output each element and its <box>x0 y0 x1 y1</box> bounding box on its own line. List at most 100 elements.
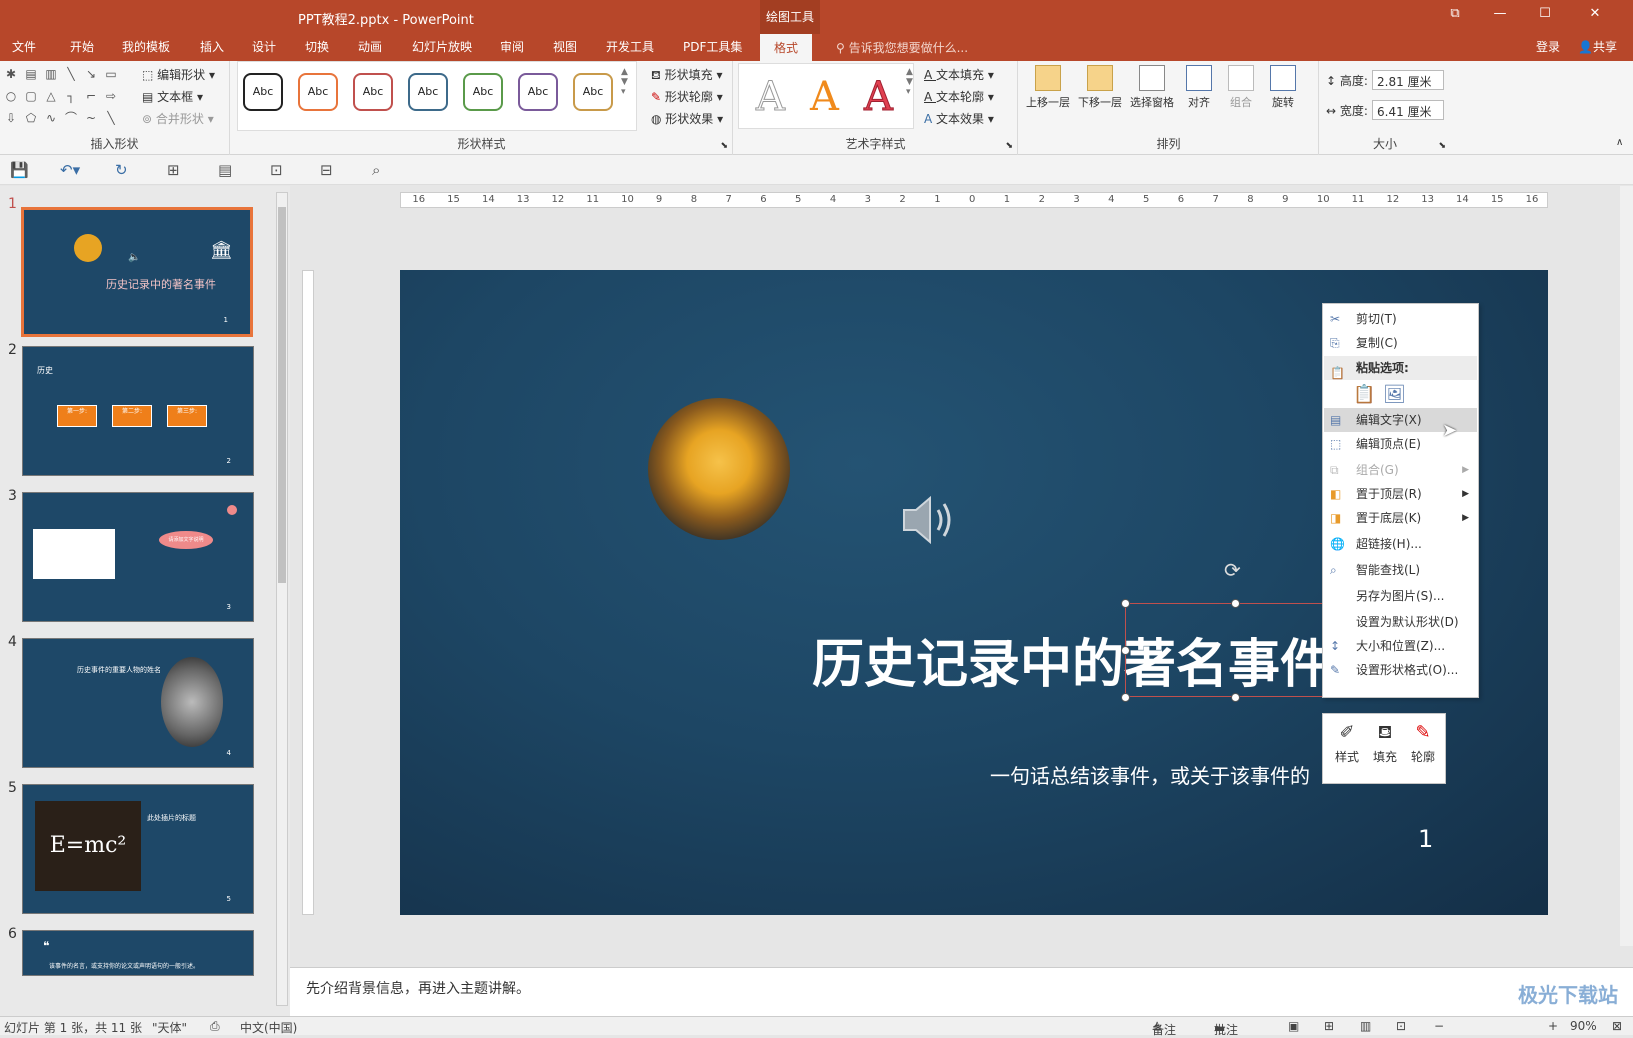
slide-scrollbar[interactable] <box>1620 186 1633 946</box>
normal-view-icon[interactable]: ▣ <box>1288 1019 1299 1033</box>
slide-thumbnail-1[interactable]: 🔈 🏛 历史记录中的著名事件 1 <box>21 207 253 337</box>
text-effects-button[interactable]: A 文本效果 ▾ <box>924 110 994 127</box>
undo-icon[interactable]: ↶▾ <box>60 161 80 179</box>
gallery-scroll-up[interactable]: ▲ ▼ ▾ <box>621 67 628 97</box>
tab-transitions[interactable]: 切换 <box>305 38 329 55</box>
menu-item-bring-to-front[interactable]: ◧ 置于顶层(R) ▶ <box>1324 482 1477 506</box>
tab-animations[interactable]: 动画 <box>358 38 382 55</box>
triangle-shape-icon[interactable]: △ <box>44 89 58 103</box>
redo-icon[interactable]: ↻ <box>115 161 128 179</box>
menu-item-send-to-back[interactable]: ◨ 置于底层(K) ▶ <box>1324 506 1477 530</box>
shape-effects-button[interactable]: ◍ 形状效果 ▾ <box>651 110 723 127</box>
mini-outline-button[interactable]: ✎ 轮廓 <box>1405 722 1441 765</box>
curve-shape-icon[interactable]: ∿ <box>44 111 58 125</box>
menu-item-group[interactable]: ⧉ 组合(G) ▶ <box>1324 458 1477 482</box>
slideshow-view-icon[interactable]: ⊡ <box>1396 1019 1406 1033</box>
menu-item-copy[interactable]: ⎘ 复制(C) <box>1324 331 1477 355</box>
shape-style-swatch[interactable]: Abc <box>573 73 613 111</box>
tab-review[interactable]: 审阅 <box>500 38 524 55</box>
save-icon[interactable]: 💾 <box>10 161 29 179</box>
login-link[interactable]: 登录 <box>1536 38 1560 55</box>
height-input[interactable]: 2.81 厘米 <box>1372 70 1444 90</box>
freeform-icon[interactable]: ⬠ <box>24 111 38 125</box>
menu-item-format-shape[interactable]: ✎ 设置形状格式(O)... <box>1324 658 1477 682</box>
paste-keep-formatting-icon[interactable]: 📋 <box>1353 384 1375 405</box>
slide-thumbnail-4[interactable]: 历史事件的重要人物的姓名 4 <box>22 638 254 768</box>
zoom-in-button[interactable]: + <box>1548 1019 1558 1033</box>
wordart-gallery-scroll[interactable]: ▲ ▼ ▾ <box>906 67 913 97</box>
dialog-launcher-icon[interactable]: ⬊ <box>1438 141 1446 151</box>
text-outline-button[interactable]: A 文本轮廓 ▾ <box>924 88 994 105</box>
shape-style-swatch[interactable]: Abc <box>243 73 283 111</box>
present-icon[interactable]: ⊟ <box>320 161 333 179</box>
tab-insert[interactable]: 插入 <box>200 38 224 55</box>
start-slideshow-icon[interactable]: ⊡ <box>270 161 283 179</box>
slide-thumbnail-5[interactable]: E=mc² 此处插片的标题 5 <box>22 784 254 914</box>
shape-outline-button[interactable]: ✎ 形状轮廓 ▾ <box>651 88 723 105</box>
shape-style-swatch[interactable]: Abc <box>353 73 393 111</box>
slide-thumbnail-6[interactable]: ❝ 该事件的名言，或支持你的论文或声明语句的一般引述。 <box>22 930 254 976</box>
leaf-image[interactable] <box>648 398 790 540</box>
language-indicator[interactable]: 中文(中国) <box>240 1019 297 1036</box>
text-fill-button[interactable]: A 文本填充 ▾ <box>924 66 994 83</box>
diagonal-line-icon[interactable]: ╲ <box>104 111 118 125</box>
slide-thumbnail-2[interactable]: 历史 第一步: 第二步: 第三步: 2 <box>22 346 254 476</box>
resize-handle[interactable] <box>1121 693 1130 702</box>
down-arrow-shape-icon[interactable]: ⇩ <box>4 111 18 125</box>
tab-view[interactable]: 视图 <box>553 38 577 55</box>
rotate-button[interactable]: 旋转 <box>1263 61 1303 110</box>
menu-item-hyperlink[interactable]: 🌐 超链接(H)... <box>1324 532 1477 556</box>
resize-handle[interactable] <box>1231 693 1240 702</box>
connector-icon[interactable]: ⌐ <box>84 89 98 103</box>
resize-handle[interactable] <box>1121 646 1130 655</box>
right-arrow-shape-icon[interactable]: ⇨ <box>104 89 118 103</box>
tell-me-search[interactable]: ⚲ 告诉我您想要做什么... <box>836 39 968 56</box>
textbox-shape-icon[interactable]: ▤ <box>24 67 38 81</box>
menu-item-size-position[interactable]: ↕ 大小和位置(Z)... <box>1324 634 1477 658</box>
rounded-rect-icon[interactable]: ▢ <box>24 89 38 103</box>
dialog-launcher-icon[interactable]: ⬊ <box>1005 141 1013 151</box>
rectangle-shape-icon[interactable]: ▭ <box>104 67 118 81</box>
ribbon-display-icon[interactable]: ⧉ <box>1440 6 1470 21</box>
mini-fill-button[interactable]: ⛾ 填充 <box>1367 722 1403 765</box>
oval-shape-icon[interactable]: ○ <box>4 89 18 103</box>
maximize-button[interactable]: ☐ <box>1530 6 1560 21</box>
selection-box[interactable] <box>1125 603 1345 697</box>
width-input[interactable]: 6.41 厘米 <box>1372 100 1444 120</box>
scrollbar-thumb[interactable] <box>278 207 286 583</box>
wordart-plain-swatch[interactable]: A <box>756 75 786 120</box>
arc-shape-icon[interactable]: ⌒ <box>64 111 78 125</box>
notes-pane[interactable]: 先介绍背景信息，再进入主题讲解。 <box>290 967 1633 1017</box>
mini-style-button[interactable]: ✐ 样式 <box>1329 722 1365 765</box>
edit-shape-button[interactable]: ⬚ 编辑形状 ▾ <box>142 66 215 83</box>
shape-fill-button[interactable]: ⛾ 形状填充 ▾ <box>651 66 722 84</box>
layout-icon[interactable]: ▤ <box>218 161 232 179</box>
close-button[interactable]: ✕ <box>1580 6 1610 21</box>
line-shape-icon[interactable]: ╲ <box>64 67 78 81</box>
tab-pdf-tools[interactable]: PDF工具集 <box>683 38 742 55</box>
menu-item-smart-lookup[interactable]: ⌕ 智能查找(L) <box>1324 558 1477 582</box>
tab-file[interactable]: 文件 <box>12 38 36 55</box>
select-shape-icon[interactable]: ✱ <box>4 67 18 81</box>
tab-my-templates[interactable]: 我的模板 <box>122 38 170 55</box>
send-backward-button[interactable]: 下移一层 <box>1073 61 1127 110</box>
wordart-orange-swatch[interactable]: A <box>810 75 839 119</box>
resize-handle[interactable] <box>1231 599 1240 608</box>
scribble-icon[interactable]: ~ <box>84 111 98 125</box>
speaker-icon[interactable] <box>900 492 960 548</box>
tab-design[interactable]: 设计 <box>252 38 276 55</box>
slide-thumbnail-3[interactable]: 请添加文字说明 3 <box>22 492 254 622</box>
spellcheck-icon[interactable]: ⎙ <box>210 1019 220 1034</box>
resize-handle[interactable] <box>1121 599 1130 608</box>
menu-item-save-as-picture[interactable]: 另存为图片(S)... <box>1324 584 1477 608</box>
fit-to-window-icon[interactable]: ⊠ <box>1612 1019 1622 1033</box>
text-box-button[interactable]: ▤ 文本框 ▾ <box>142 88 203 105</box>
vertical-text-icon[interactable]: ▥ <box>44 67 58 81</box>
zoom-level[interactable]: 90% <box>1570 1019 1597 1033</box>
zoom-icon[interactable]: ⌕ <box>372 161 380 179</box>
zoom-out-button[interactable]: − <box>1434 1019 1444 1033</box>
merge-shapes-button[interactable]: ⊚ 合并形状 ▾ <box>142 110 214 127</box>
tab-format[interactable]: 格式 <box>760 34 813 61</box>
menu-item-cut[interactable]: ✂ 剪切(T) <box>1324 307 1477 331</box>
rotate-handle-icon[interactable]: ⟳ <box>1224 558 1241 582</box>
